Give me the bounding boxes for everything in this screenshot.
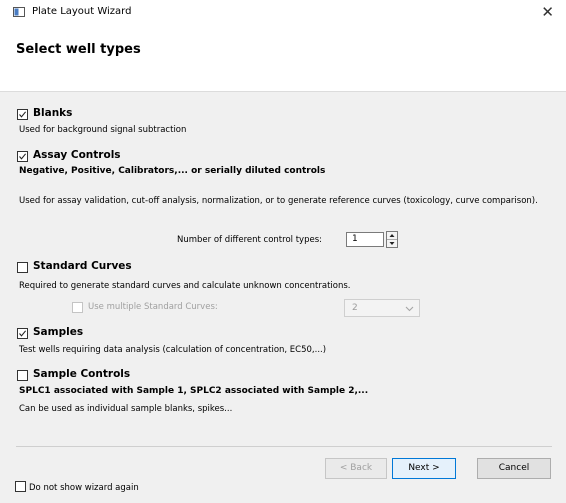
assay-controls-checkbox[interactable] <box>17 151 28 162</box>
multiple-standard-curves-label: Use multiple Standard Curves: <box>88 302 218 312</box>
chevron-down-icon <box>405 305 414 315</box>
assay-controls-subtitle: Negative, Positive, Calibrators,... or s… <box>19 166 326 176</box>
cancel-button[interactable]: Cancel <box>477 458 551 479</box>
checkmark-icon <box>19 153 27 160</box>
samples-label[interactable]: Samples <box>33 326 83 338</box>
spin-down-icon[interactable] <box>387 240 397 247</box>
close-icon[interactable]: ✕ <box>541 3 554 21</box>
samples-description: Test wells requiring data analysis (calc… <box>19 345 327 355</box>
standard-curves-label[interactable]: Standard Curves <box>33 260 132 272</box>
samples-checkbox[interactable] <box>17 328 28 339</box>
sample-controls-description: Can be used as individual sample blanks,… <box>19 404 233 414</box>
multiple-standard-curves-select[interactable]: 2 <box>344 299 420 317</box>
dont-show-again-checkbox[interactable] <box>15 481 26 492</box>
standard-curves-checkbox[interactable] <box>17 262 28 273</box>
checkmark-icon <box>19 111 27 118</box>
sample-controls-checkbox[interactable] <box>17 370 28 381</box>
sample-controls-subtitle: SPLC1 associated with Sample 1, SPLC2 as… <box>19 386 369 396</box>
multiple-standard-curves-checkbox[interactable] <box>72 302 83 313</box>
title-bar: Plate Layout Wizard ✕ <box>0 0 566 26</box>
blanks-description: Used for background signal subtraction <box>19 125 187 135</box>
sample-controls-label[interactable]: Sample Controls <box>33 368 130 380</box>
next-button[interactable]: Next > <box>392 458 456 479</box>
back-button[interactable]: < Back <box>325 458 387 479</box>
app-icon <box>13 7 25 17</box>
control-types-label: Number of different control types: <box>177 235 322 245</box>
blanks-label[interactable]: Blanks <box>33 107 72 119</box>
footer-divider <box>16 446 552 447</box>
blanks-checkbox[interactable] <box>17 109 28 120</box>
checkmark-icon <box>19 330 27 337</box>
dont-show-again-label[interactable]: Do not show wizard again <box>29 483 139 493</box>
wizard-header: Select well types <box>0 26 566 92</box>
window-title: Plate Layout Wizard <box>32 6 132 17</box>
assay-controls-description: Used for assay validation, cut-off analy… <box>19 196 538 206</box>
multiple-standard-curves-value: 2 <box>352 303 358 313</box>
control-types-input[interactable]: 1 <box>346 232 384 247</box>
assay-controls-label[interactable]: Assay Controls <box>33 149 121 161</box>
standard-curves-description: Required to generate standard curves and… <box>19 281 351 291</box>
control-types-spinner[interactable] <box>386 231 398 248</box>
spin-up-icon[interactable] <box>387 232 397 240</box>
page-title: Select well types <box>16 42 141 57</box>
